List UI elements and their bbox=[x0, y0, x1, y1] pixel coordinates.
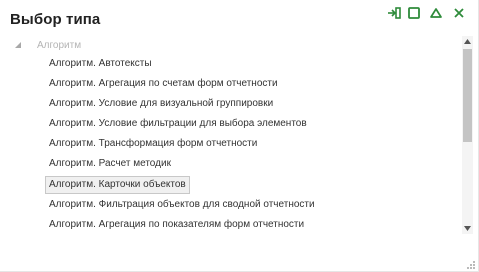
scroll-down-arrow-icon bbox=[464, 226, 471, 231]
dock-button[interactable] bbox=[386, 5, 402, 21]
collapse-button[interactable] bbox=[428, 5, 444, 21]
tree-item[interactable]: Алгоритм. Агрегация по показателям форм … bbox=[45, 216, 308, 234]
dialog-title: Выбор типа bbox=[10, 11, 101, 28]
tree-item[interactable]: Алгоритм. Агрегация по счетам форм отчет… bbox=[45, 75, 282, 93]
tree-item[interactable]: Алгоритм. Условие для визуальной группир… bbox=[45, 95, 277, 113]
tree-item[interactable]: Алгоритм. Условие фильтрации для выбора … bbox=[45, 115, 311, 133]
dock-icon bbox=[388, 7, 401, 19]
maximize-icon bbox=[408, 7, 420, 19]
scroll-down-button[interactable] bbox=[462, 223, 473, 234]
tree-item[interactable]: Алгоритм. Автотексты bbox=[45, 55, 156, 73]
tree-root-label: Алгоритм bbox=[37, 39, 82, 51]
scroll-up-arrow-icon bbox=[464, 39, 471, 44]
tree-item[interactable]: Алгоритм. Расчет методик bbox=[45, 155, 175, 173]
tree-item-selected[interactable]: Алгоритм. Карточки объектов bbox=[45, 176, 190, 194]
tree-root-node[interactable]: Алгоритм bbox=[12, 36, 81, 54]
expanded-arrow-icon[interactable] bbox=[12, 39, 24, 51]
tree-item[interactable]: Алгоритм. Трансформация форм отчетности bbox=[45, 135, 261, 153]
tree-item[interactable]: Алгоритм. Фильтрация объектов для сводно… bbox=[45, 196, 319, 214]
vertical-scrollbar[interactable] bbox=[462, 36, 473, 234]
resize-grip-icon[interactable] bbox=[464, 257, 476, 269]
close-button[interactable] bbox=[451, 5, 467, 21]
type-selection-dialog: Выбор типа Алгоритм Алгоритм. Автотексты… bbox=[0, 0, 479, 272]
maximize-button[interactable] bbox=[406, 5, 422, 21]
scroll-up-button[interactable] bbox=[462, 36, 473, 47]
collapse-icon bbox=[430, 8, 442, 18]
scrollbar-thumb[interactable] bbox=[463, 49, 472, 142]
type-tree: Алгоритм Алгоритм. Автотексты Алгоритм. … bbox=[12, 34, 460, 236]
close-icon bbox=[454, 8, 464, 18]
